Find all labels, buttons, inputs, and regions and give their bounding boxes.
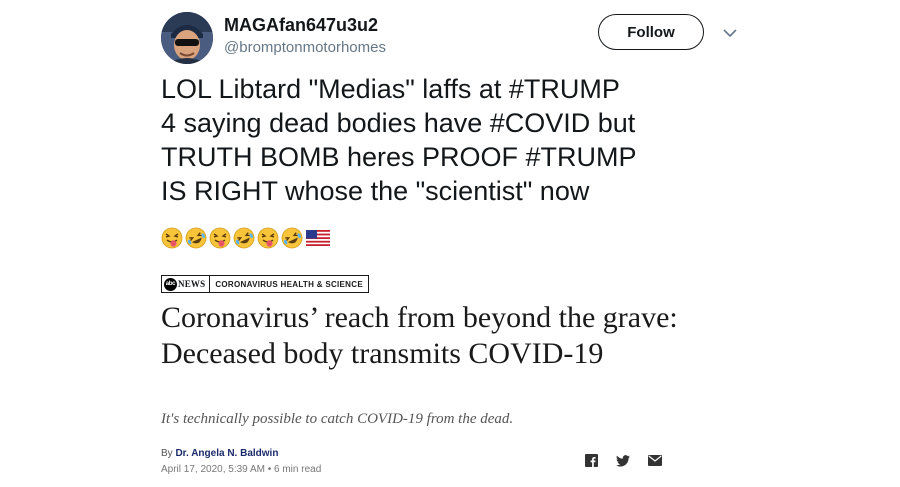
- share-bar: [585, 454, 662, 467]
- us-flag-emoji: [305, 230, 330, 246]
- follow-button[interactable]: Follow: [598, 14, 704, 50]
- byline: By Dr. Angela N. Baldwin: [161, 448, 278, 459]
- news-wordmark: NEWS: [178, 279, 206, 289]
- face-with-tongue-emoji: [161, 227, 183, 249]
- news-source-badge[interactable]: abc NEWS CORONAVIRUS HEALTH & SCIENCE: [161, 275, 369, 293]
- display-name[interactable]: MAGAfan647u3u2: [224, 14, 378, 36]
- section-label[interactable]: CORONAVIRUS HEALTH & SCIENCE: [210, 280, 368, 289]
- twitter-icon[interactable]: [616, 454, 630, 467]
- avatar[interactable]: [161, 12, 213, 64]
- user-handle[interactable]: @bromptonmotorhomes: [224, 39, 386, 57]
- author-link[interactable]: Dr. Angela N. Baldwin: [175, 448, 278, 459]
- rolling-on-floor-laughing-emoji: [281, 227, 303, 249]
- article-subheadline: It's technically possible to catch COVID…: [161, 411, 514, 427]
- tweet-text: LOL Libtard "Medias" laffs at #TRUMP 4 s…: [161, 74, 637, 206]
- emoji-row: [161, 227, 330, 249]
- face-with-tongue-emoji: [209, 227, 231, 249]
- abc-logo-mark: abc: [164, 277, 177, 291]
- abc-news-logo: abc NEWS: [162, 276, 211, 292]
- email-icon[interactable]: [648, 455, 662, 466]
- article-headline[interactable]: Coronavirus’ reach from beyond the grave…: [161, 300, 681, 372]
- chevron-down-icon[interactable]: [722, 26, 738, 40]
- face-with-tongue-emoji: [257, 227, 279, 249]
- rolling-on-floor-laughing-emoji: [233, 227, 255, 249]
- facebook-icon[interactable]: [585, 454, 598, 467]
- byline-prefix: By: [161, 448, 173, 459]
- rolling-on-floor-laughing-emoji: [185, 227, 207, 249]
- dateline: April 17, 2020, 5:39 AM • 6 min read: [161, 464, 322, 475]
